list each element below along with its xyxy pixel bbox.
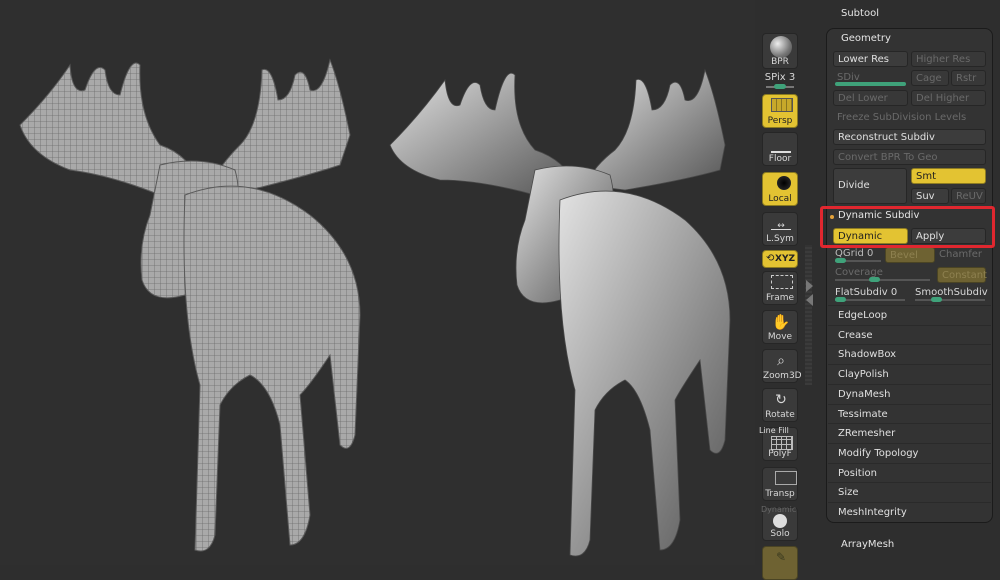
convert-bpr-button[interactable]: Convert BPR To Geo [833,149,986,165]
subpalette-meshintegrity[interactable]: MeshIntegrity [828,502,991,521]
rotate-icon: ↻ [775,392,787,408]
transparency-icon [775,471,797,485]
solo-icon [773,514,787,528]
smoothsubdiv-track[interactable] [915,299,985,301]
viewport-canvas[interactable] [0,0,755,565]
sphere-icon [770,36,792,58]
subpalette-claypolish[interactable]: ClayPolish [828,364,991,383]
geometry-header[interactable]: Geometry [841,33,891,44]
subpalette-crease[interactable]: Crease [828,324,991,344]
transp-button[interactable]: Transp [762,467,798,501]
frame-button[interactable]: Frame [762,271,798,305]
collapse-left-arrow[interactable] [806,294,813,306]
moose-model-wireframe[interactable] [10,55,380,565]
qgrid-knob[interactable] [835,258,846,263]
subpalette-dynamesh[interactable]: DynaMesh [828,383,991,403]
reuv-button[interactable]: ReUV [951,188,986,204]
smoothsubdiv-knob[interactable] [931,297,942,302]
smoothsubdiv-label: SmoothSubdiv [915,287,988,298]
symmetry-icon: ↔ [771,221,791,231]
slider-knob[interactable] [774,84,786,89]
subpalette-size[interactable]: Size [828,482,991,501]
subpalette-shadowbox[interactable]: ShadowBox [828,344,991,363]
local-button[interactable]: Local [762,172,798,206]
dynamic-subdiv-highlight-box [820,206,995,248]
frame-icon [771,275,793,289]
freeze-subdivision-button[interactable]: Freeze SubDivision Levels [833,110,986,126]
subpalette-modify-topology[interactable]: Modify Topology [828,442,991,462]
subtool-header[interactable]: Subtool [841,8,879,19]
reconstruct-subdiv-button[interactable]: Reconstruct Subdiv [833,129,986,145]
polyframe-icon [771,436,793,450]
subpalette-edgeloop[interactable]: EdgeLoop [828,305,991,324]
rstr-button[interactable]: Rstr [951,70,986,86]
persp-button[interactable]: Persp [762,94,798,128]
suv-toggle[interactable]: Suv [911,188,949,204]
spix-slider[interactable]: SPix 3 [762,72,798,92]
local-pivot-icon [777,176,791,190]
cage-button[interactable]: Cage [911,70,949,86]
arraymesh-header[interactable]: ArrayMesh [841,539,894,550]
subpalette-zremesher[interactable]: ZRemesher [828,423,991,442]
coverage-knob[interactable] [869,277,880,282]
spix-label: SPix 3 [764,72,796,83]
hand-move-icon: ✋ [771,313,791,331]
pin-button[interactable]: ✎ [762,546,798,580]
lsym-button[interactable]: ↔ L.Sym [762,212,798,246]
polyf-sublabel: Line Fill [759,426,789,435]
solo-sublabel: Dynamic [761,505,797,514]
del-lower-button[interactable]: Del Lower [833,90,908,106]
perspective-grid-icon [771,98,793,112]
geometry-palette: Geometry Lower Res Higher Res SDiv Cage … [826,28,993,523]
coverage-track[interactable] [835,279,930,281]
higher-res-button[interactable]: Higher Res [911,51,986,67]
rotate-button[interactable]: ↻ Rotate [762,388,798,422]
subpalette-tessimate[interactable]: Tessimate [828,403,991,423]
chamfer-label[interactable]: Chamfer [939,249,982,260]
flatsubdiv-knob[interactable] [835,297,846,302]
floor-icon [771,141,791,153]
constant-toggle[interactable]: Constant [937,267,987,283]
del-higher-button[interactable]: Del Higher [911,90,986,106]
bevel-toggle[interactable]: Bevel [885,247,935,263]
zoom3d-button[interactable]: ⌕ Zoom3D [762,349,802,383]
divide-button[interactable]: Divide [833,168,907,204]
solo-button[interactable]: Dynamic Solo [761,505,798,541]
shelf-scrollbar[interactable] [805,245,812,385]
xyz-button[interactable]: ⟲ XYZ [762,250,798,268]
move-button[interactable]: ✋ Move [762,310,798,344]
sdiv-slider[interactable]: SDiv [833,70,908,86]
subpalette-position[interactable]: Position [828,462,991,482]
lower-res-button[interactable]: Lower Res [833,51,908,67]
zoom-icon: ⌕ [777,353,785,369]
expand-right-arrow[interactable] [806,280,813,292]
moose-model-smooth[interactable] [380,55,750,565]
polyf-button[interactable]: Line Fill PolyF [759,426,798,461]
sdiv-fill [835,82,906,86]
floor-button[interactable]: Floor [762,132,798,166]
brush-icon: ✎ [775,550,787,564]
smt-toggle[interactable]: Smt [911,168,986,184]
bpr-button[interactable]: BPR [762,33,798,69]
